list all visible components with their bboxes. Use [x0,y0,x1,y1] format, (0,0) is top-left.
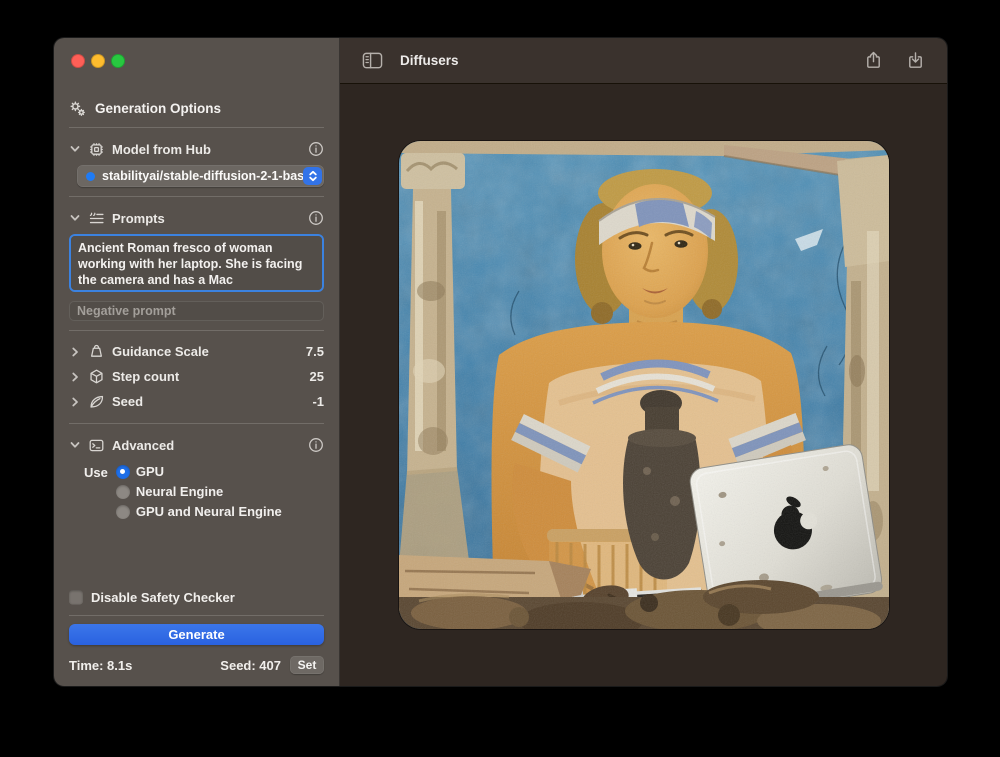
radio-unselected-icon[interactable] [116,485,130,499]
time-value: Time: 8.1s [69,658,132,673]
radio-label[interactable]: GPU and Neural Engine [136,504,282,519]
radio-option-neural-engine[interactable]: Neural Engine [116,484,282,499]
advanced-row[interactable]: Advanced [69,432,324,458]
prompt-input[interactable]: Ancient Roman fresco of woman working wi… [69,234,324,292]
image-canvas [340,84,947,686]
sidebar-header: Generation Options [69,98,324,118]
sidebar-toggle-icon[interactable] [362,51,383,70]
traffic-lights [69,54,324,68]
seed-value: -1 [312,394,324,409]
model-status-dot [86,172,95,181]
window-title: Diffusers [400,53,459,68]
leaf-icon [88,393,105,410]
radio-option-gpu[interactable]: GPU [116,464,282,479]
chevron-right-icon[interactable] [69,346,81,358]
result-seed-value: Seed: 407 [220,658,281,673]
step-count-value: 25 [310,369,324,384]
radio-selected-icon[interactable] [116,465,130,479]
guidance-scale-row[interactable]: Guidance Scale 7.5 [69,339,324,364]
scale-icon [88,343,105,360]
titlebar: Diffusers [340,38,947,84]
model-from-hub-row[interactable]: Model from Hub [69,136,324,162]
close-button[interactable] [71,54,85,68]
seed-row[interactable]: Seed -1 [69,389,324,414]
radio-label[interactable]: Neural Engine [136,484,223,499]
advanced-label: Advanced [112,438,174,453]
info-icon[interactable] [308,141,324,157]
step-count-label: Step count [112,369,179,384]
desktop: Generation Options Model from Hub [0,0,1000,757]
prompts-row[interactable]: Prompts [69,205,324,231]
step-count-row[interactable]: Step count 25 [69,364,324,389]
terminal-icon [88,437,105,454]
set-seed-button[interactable]: Set [290,656,324,674]
divider [69,615,324,616]
safety-checker-row[interactable]: Disable Safety Checker [69,588,324,606]
generation-options-sidebar: Generation Options Model from Hub [54,38,340,686]
zoom-button[interactable] [111,54,125,68]
cube-icon [88,368,105,385]
info-icon[interactable] [308,437,324,453]
model-label: Model from Hub [112,142,211,157]
chevron-down-icon[interactable] [69,439,81,451]
use-label: Use [84,464,108,519]
guidance-scale-value: 7.5 [306,344,324,359]
divider [69,330,324,331]
save-icon[interactable] [906,51,925,70]
text-quote-icon [88,210,105,227]
checkbox-unchecked-icon[interactable] [69,590,83,604]
model-select[interactable]: stabilityai/stable-diffusion-2-1-base [77,165,324,187]
radio-option-gpu-and-neural-engine[interactable]: GPU and Neural Engine [116,504,282,519]
seed-label: Seed [112,394,143,409]
generated-image [399,141,889,629]
generate-button[interactable]: Generate [69,624,324,645]
minimize-button[interactable] [91,54,105,68]
divider [69,196,324,197]
chevron-down-icon[interactable] [69,143,81,155]
safety-checker-label[interactable]: Disable Safety Checker [91,590,235,605]
divider [69,127,324,128]
chevron-down-icon[interactable] [69,212,81,224]
chevron-right-icon[interactable] [69,371,81,383]
model-selected-value: stabilityai/stable-diffusion-2-1-base [102,169,303,183]
chevron-right-icon[interactable] [69,396,81,408]
chip-icon [88,141,105,158]
status-row: Time: 8.1s Seed: 407 Set [69,656,324,674]
radio-unselected-icon[interactable] [116,505,130,519]
compute-unit-group: Use GPU Neural Engine GPU and Neural Eng… [84,464,324,519]
main-panel: Diffusers [340,38,947,686]
sidebar-title: Generation Options [95,101,221,116]
guidance-scale-label: Guidance Scale [112,344,209,359]
popup-stepper-icon [303,167,322,185]
gears-icon [69,100,86,117]
sidebar-footer: Disable Safety Checker Generate Time: 8.… [69,588,324,674]
radio-label[interactable]: GPU [136,464,164,479]
info-icon[interactable] [308,210,324,226]
diffusers-window: Generation Options Model from Hub [54,38,947,686]
negative-prompt-input[interactable] [69,301,324,321]
prompts-label: Prompts [112,211,165,226]
divider [69,423,324,424]
share-icon[interactable] [864,51,883,70]
